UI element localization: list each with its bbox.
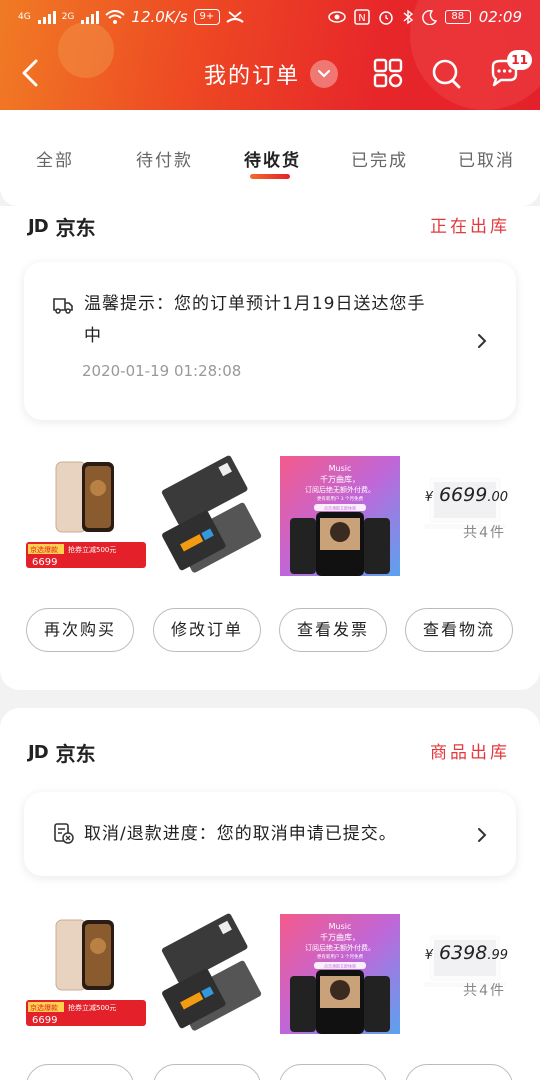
- order-total-price: ¥ 6699.00: [424, 484, 508, 506]
- refund-progress-text: 取消/退款进度：您的取消申请已提交。: [84, 824, 397, 844]
- battery-icon: 88: [444, 10, 471, 24]
- promo-price: 6699: [32, 557, 57, 568]
- modify-order-button[interactable]: 修改订单: [153, 608, 261, 652]
- chevron-down-icon: [310, 60, 339, 88]
- music-cta: 点击领取立即体验: [324, 963, 356, 969]
- message-count-badge: 11: [507, 50, 532, 70]
- shop-header[interactable]: JD 京东: [28, 212, 96, 241]
- promo-text: 抢券立减500元: [68, 545, 116, 554]
- music-brand: Music: [329, 464, 352, 473]
- back-arrow-icon[interactable]: [16, 56, 46, 90]
- product-image-gift-cards[interactable]: [150, 906, 274, 1040]
- music-line2: 订阅后绝无额外付费。: [305, 485, 375, 494]
- promo-label: 京选爆款: [30, 1003, 58, 1012]
- moon-icon: [421, 9, 437, 25]
- clock: 02:09: [478, 8, 522, 26]
- eye-icon: [328, 11, 346, 23]
- nav-bar: 我的订单 11: [0, 44, 540, 104]
- shop-logo: JD: [28, 742, 49, 763]
- music-line3: 更有新用户 3 个月免费: [317, 953, 364, 960]
- product-image-apple-music[interactable]: Music 千万曲库， 订阅后绝无额外付费。 更有新用户 3 个月免费 点击领取…: [276, 906, 400, 1040]
- music-brand: Music: [329, 922, 352, 931]
- goods-list[interactable]: 京选爆款 抢券立减500元 6699 Music 千万曲库， 订阅后绝无额外付费…: [24, 906, 524, 1042]
- order-action-button[interactable]: [279, 1064, 387, 1080]
- view-invoice-button[interactable]: 查看发票: [279, 608, 387, 652]
- refund-document-icon: [54, 823, 74, 844]
- goods-list[interactable]: 京选爆款 抢券立减500元 6699 Music 千万曲库， 订阅后绝无额外付费…: [24, 448, 524, 584]
- active-tab-indicator: [250, 174, 290, 179]
- refund-progress-card[interactable]: 取消/退款进度：您的取消申请已提交。: [24, 792, 516, 876]
- status-bar: 4G 2G 12.0K/s 9+ N 88 02:09: [0, 0, 540, 36]
- order-card[interactable]: JD 京东 正在出库 温馨提示：您的订单预计1月19日送达您手 中 2020-0…: [0, 206, 540, 690]
- order-status: 商品出库: [430, 743, 510, 763]
- product-image-apple-music[interactable]: Music 千万曲库， 订阅后绝无额外付费。 更有新用户 3 个月免费 点击领取…: [276, 448, 400, 582]
- item-count: 共4件: [463, 525, 506, 541]
- delivery-truck-icon: [53, 298, 73, 314]
- order-action-button[interactable]: [405, 1064, 513, 1080]
- tab-pending-receipt[interactable]: 待收货: [244, 146, 301, 171]
- search-icon[interactable]: [430, 56, 462, 90]
- item-count: 共4件: [463, 983, 506, 999]
- signal-icon: [37, 10, 56, 24]
- order-title-dropdown[interactable]: 我的订单: [204, 58, 339, 90]
- product-image-gift-cards[interactable]: [150, 448, 274, 582]
- music-line2: 订阅后绝无额外付费。: [305, 943, 375, 952]
- page-title: 我的订单: [204, 64, 301, 89]
- shop-header[interactable]: JD 京东: [28, 738, 96, 767]
- promo-text: 抢券立减500元: [68, 1003, 116, 1012]
- chevron-right-icon: [478, 334, 487, 348]
- music-cta: 点击领取立即体验: [324, 505, 356, 511]
- tab-cancelled[interactable]: 已取消: [458, 146, 515, 171]
- notification-count-pill: 9+: [193, 9, 221, 25]
- nfc-icon: N: [354, 9, 370, 25]
- signal-icon: [81, 10, 100, 24]
- music-line3: 更有新用户 3 个月免费: [317, 495, 364, 502]
- tab-pending-payment[interactable]: 待付款: [136, 146, 193, 171]
- order-tabs: 全部 待付款 待收货 已完成 已取消: [0, 110, 540, 206]
- tab-all[interactable]: 全部: [36, 146, 74, 171]
- order-price-summary: ¥ 6699.00 共4件: [424, 448, 516, 582]
- delivery-tip-time: 2020-01-19 01:28:08: [82, 362, 242, 380]
- tab-completed[interactable]: 已完成: [351, 146, 408, 171]
- music-line1: 千万曲库，: [320, 932, 360, 942]
- order-action-button[interactable]: [153, 1064, 261, 1080]
- order-action-button[interactable]: [26, 1064, 134, 1080]
- promo-price: 6699: [32, 1015, 57, 1026]
- network-speed: 12.0K/s: [131, 8, 188, 26]
- chevron-right-icon: [478, 828, 487, 842]
- music-line1: 千万曲库，: [320, 474, 360, 484]
- network-type-2: 2G: [61, 12, 75, 22]
- order-status: 正在出库: [430, 217, 510, 237]
- product-image-iphone[interactable]: 京选爆款 抢券立减500元 6699: [24, 906, 148, 1040]
- missed-call-icon: [226, 11, 244, 23]
- delivery-tip-text: 温馨提示：您的订单预计1月19日送达您手: [84, 294, 426, 314]
- order-total-price: ¥ 6398.99: [424, 942, 508, 964]
- view-logistics-button[interactable]: 查看物流: [405, 608, 513, 652]
- product-image-iphone[interactable]: 京选爆款 抢券立减500元 6699: [24, 448, 148, 582]
- delivery-tip-text-cont: 中: [84, 326, 102, 346]
- wifi-icon: [105, 10, 126, 24]
- buy-again-button[interactable]: 再次购买: [26, 608, 134, 652]
- shop-name: 京东: [55, 742, 96, 766]
- app-header: 4G 2G 12.0K/s 9+ N 88 02:09 我的订单 11: [0, 0, 540, 110]
- svg-text:N: N: [358, 13, 365, 24]
- promo-label: 京选爆款: [30, 545, 58, 554]
- delivery-tip-card[interactable]: 温馨提示：您的订单预计1月19日送达您手 中 2020-01-19 01:28:…: [24, 262, 516, 420]
- shop-logo: JD: [28, 216, 49, 237]
- category-grid-icon[interactable]: [372, 56, 404, 90]
- shop-name: 京东: [55, 216, 96, 240]
- network-type-1: 4G: [18, 12, 31, 22]
- bluetooth-icon: [403, 9, 413, 25]
- alarm-icon: [379, 11, 393, 25]
- order-card[interactable]: JD 京东 商品出库 取消/退款进度：您的取消申请已提交。 京选爆款 抢券立减5…: [0, 708, 540, 1080]
- order-price-summary: ¥ 6398.99 共4件: [424, 906, 516, 1040]
